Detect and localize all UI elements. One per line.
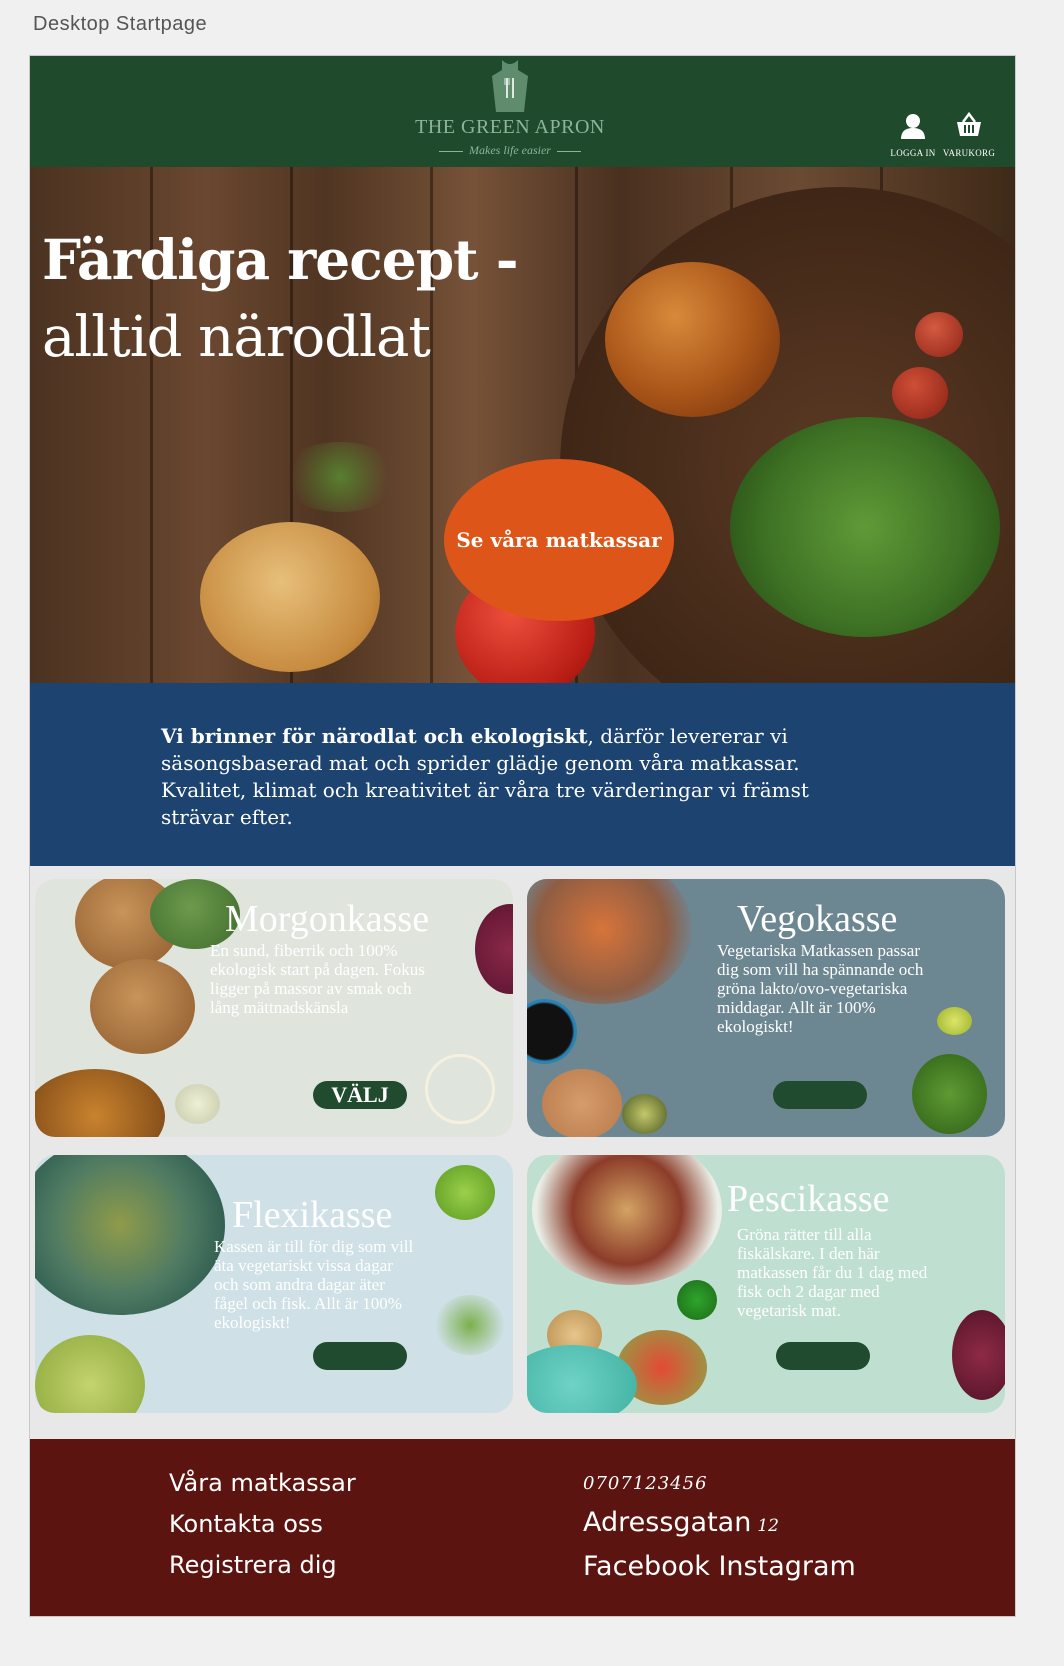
site-header: THE GREEN APRON Makes life easier LOGGA … [30,56,1015,167]
burger-image [90,959,195,1054]
card-description: En sund, fiberrik och 100% ekologisk sta… [210,941,425,1017]
salad-image [730,417,1000,637]
mission-lead: Vi brinner för närodlat och ekologiskt [161,724,588,748]
brand-name: THE GREEN APRON [415,116,605,138]
hero-banner: Färdiga recept - alltid närodlat Se våra… [30,167,1015,683]
mission-section: Vi brinner för närodlat och ekologiskt, … [30,683,1015,866]
login-label: LOGGA IN [890,148,936,158]
desktop-startpage-frame: THE GREEN APRON Makes life easier LOGGA … [29,55,1016,1617]
salad-image [35,1335,145,1413]
user-icon [901,114,925,139]
footer-address: Adressgatan 12 [583,1507,779,1538]
card-description: Vegetariska Matkassen passar dig som vil… [717,941,924,1036]
card-title: Flexikasse [232,1194,393,1236]
dip-image [175,1084,220,1124]
radicchio-image [952,1310,1005,1400]
lime-image [937,1007,972,1035]
card-title: Morgonkasse [225,898,430,940]
footer-social: Facebook Instagram [583,1551,856,1582]
card-title: Vegokasse [737,898,898,940]
herbs-image [435,1295,505,1355]
tagline-rule-right [556,150,581,152]
noodle-bowl-image [527,879,692,1004]
footer-phone: 0707123456 [583,1473,708,1494]
plate-image [35,1155,225,1315]
footer-link-kontakt[interactable]: Kontakta oss [169,1510,323,1538]
login-button[interactable]: LOGGA IN [883,112,943,162]
cart-label: VARUKORG [942,148,996,158]
card-morgonkasse[interactable]: Morgonkasse En sund, fiberrik och 100% e… [35,879,513,1137]
artboard-label: Desktop Startpage [33,13,208,35]
card-description: Gröna rätter till alla fiskälskare. I de… [737,1225,928,1320]
tagline-rule-left [439,150,463,152]
onion-rings-image [425,1054,495,1124]
herbs-image [280,442,400,512]
facebook-link[interactable]: Facebook [583,1551,710,1582]
footer-link-matkassar[interactable]: Våra matkassar [169,1469,356,1497]
hero-subtitle: alltid närodlat [42,305,431,370]
brand-logo[interactable]: THE GREEN APRON Makes life easier [400,58,620,162]
broccoli-image [912,1054,987,1134]
soy-sauce-image [527,999,577,1064]
salad-plate-image [532,1155,722,1285]
fries-image [35,1069,165,1137]
card-description: Kassen är till för dig som vill äta vege… [214,1237,414,1332]
card-pescikasse[interactable]: Pescikasse Gröna rätter till alla fiskäl… [527,1155,1005,1413]
peanut-sauce-image [542,1069,622,1137]
chili-image [677,1280,717,1320]
card-vegokasse[interactable]: Vegokasse Vegetariska Matkassen passar d… [527,879,1005,1137]
card-flexikasse[interactable]: Flexikasse Kassen är till för dig som vi… [35,1155,513,1413]
see-bags-button[interactable]: Se våra matkassar [444,459,674,621]
choose-button[interactable]: VÄLJ [313,1081,407,1109]
footer-street-number: 12 [757,1516,779,1536]
peas-image [435,1165,495,1220]
site-footer: Våra matkassar Kontakta oss Registrera d… [30,1439,1015,1616]
brand-tagline-row: Makes life easier [400,143,620,158]
apron-icon [492,60,528,112]
footer-link-registrera[interactable]: Registrera dig [169,1551,337,1579]
instagram-link[interactable]: Instagram [718,1551,855,1582]
avocado-image [622,1094,667,1134]
hero-title: Färdiga recept - [42,227,519,292]
choose-button[interactable] [776,1342,870,1370]
cart-button[interactable]: VARUKORG [939,112,999,162]
footer-street: Adressgatan [583,1507,752,1538]
mission-text: Vi brinner för närodlat och ekologiskt, … [161,723,881,831]
onion-image [892,367,948,419]
card-title: Pescikasse [727,1178,890,1220]
bread-image [200,522,380,672]
choose-button[interactable] [313,1342,407,1370]
brand-tagline: Makes life easier [469,143,551,157]
onion-image [915,312,963,357]
basket-icon [957,112,981,136]
choose-button[interactable] [773,1081,867,1109]
red-cabbage-image [475,904,513,994]
burger-image [605,262,780,417]
